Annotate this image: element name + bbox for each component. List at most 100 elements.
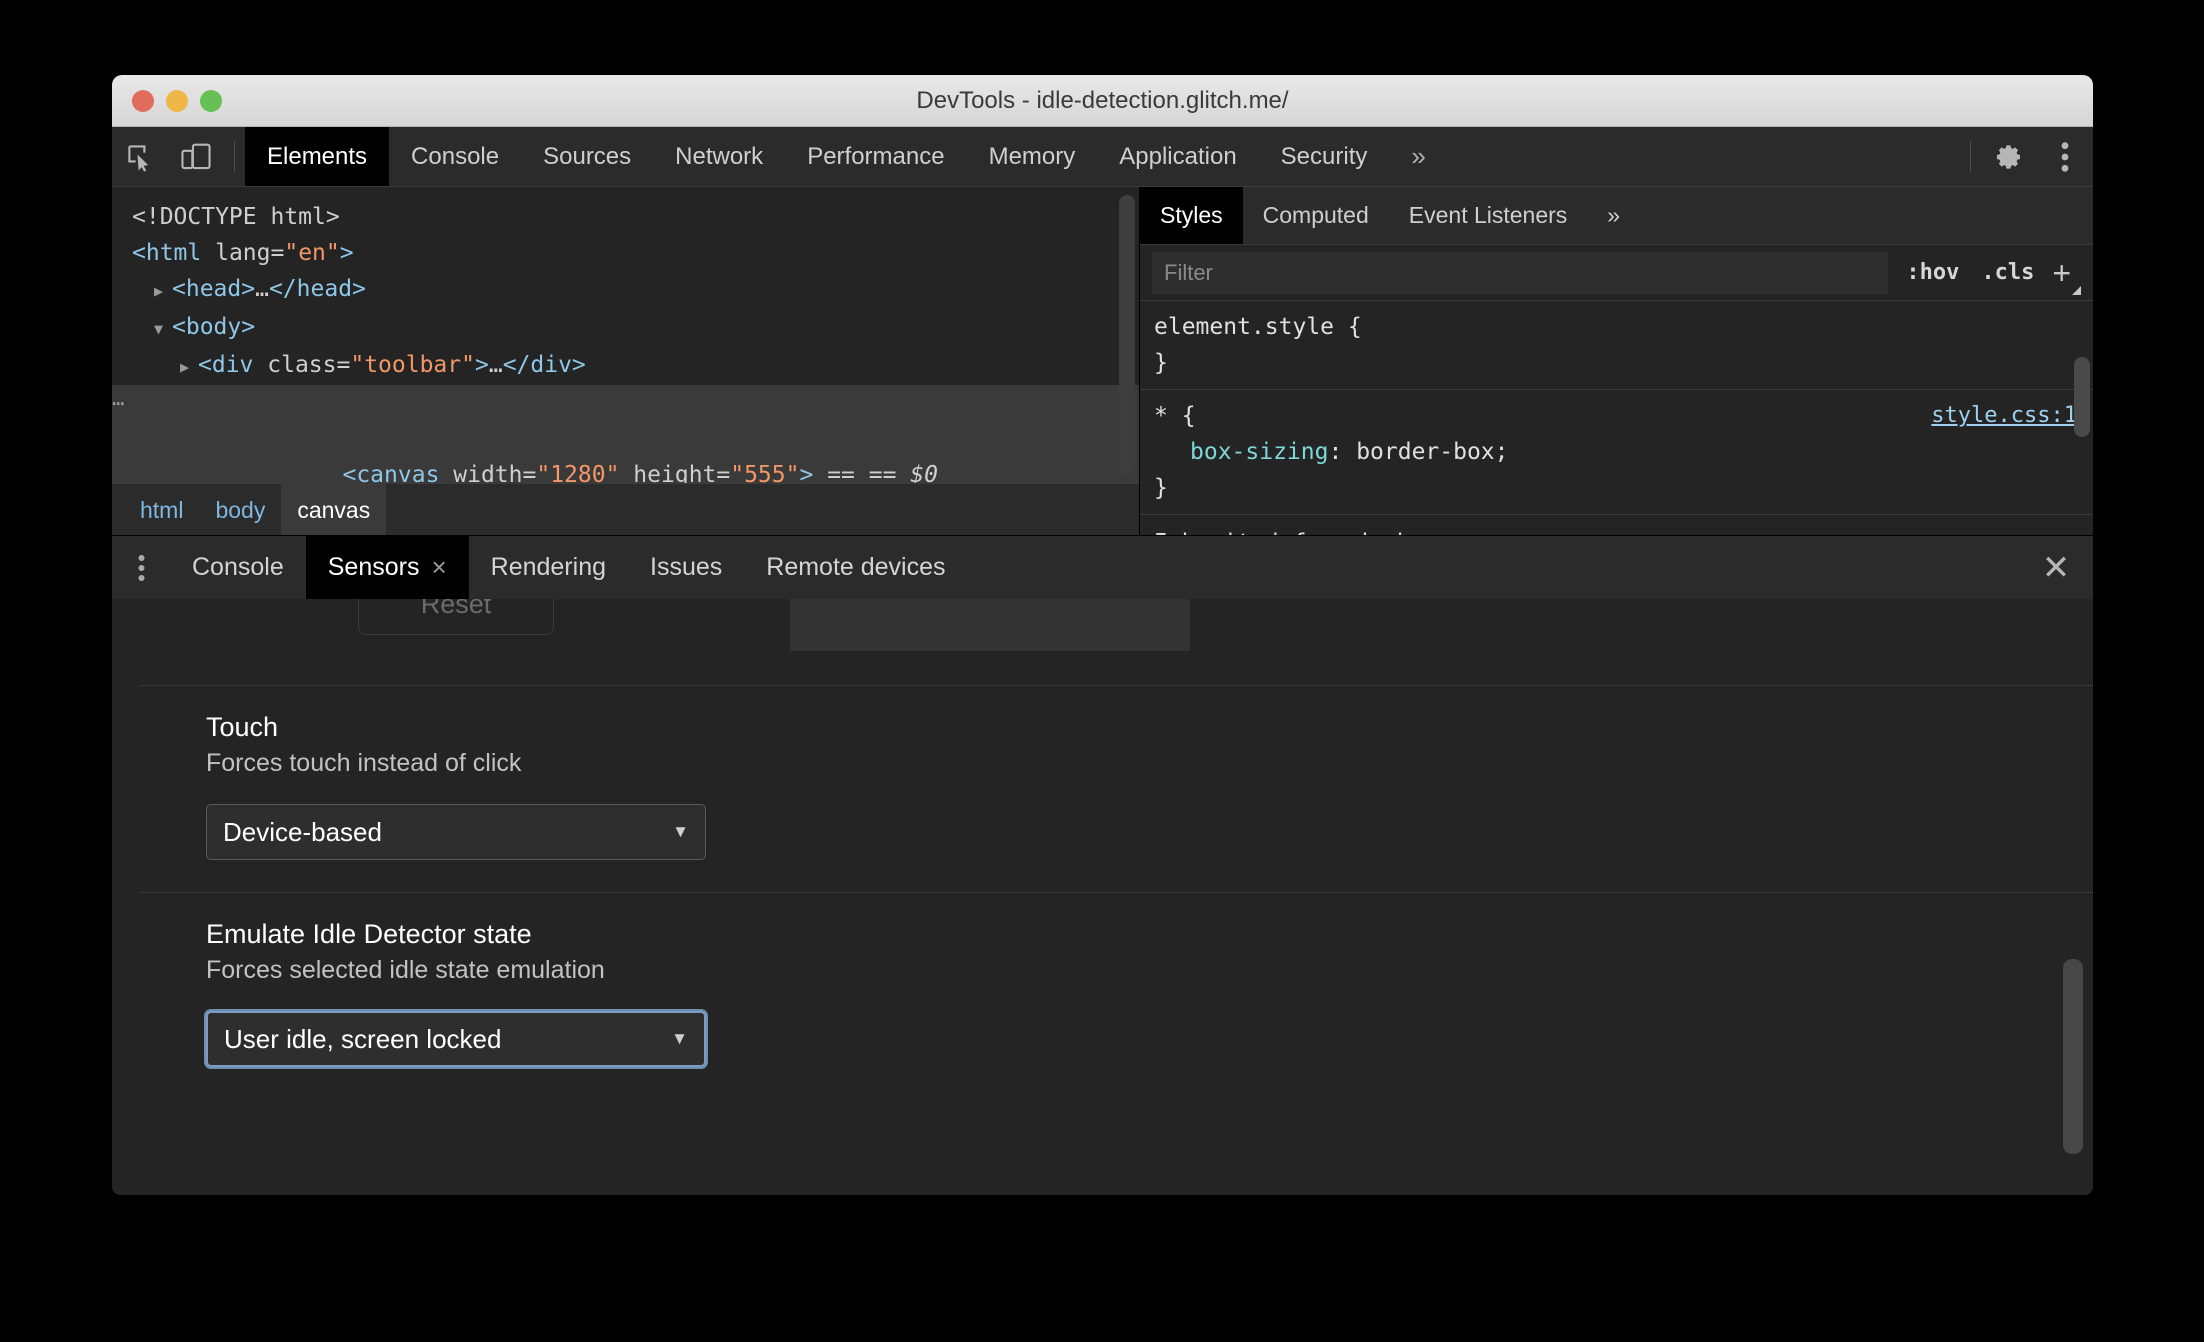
window-titlebar: DevTools - idle-detection.glitch.me/ bbox=[112, 75, 2093, 127]
close-sensors-tab-icon[interactable]: × bbox=[431, 552, 446, 583]
toolbar-divider-right bbox=[1970, 141, 1971, 172]
hov-toggle-button[interactable]: :hov bbox=[1902, 260, 1963, 285]
breadcrumb-item-canvas[interactable]: canvas bbox=[281, 483, 387, 535]
property-value: border-box; bbox=[1356, 439, 1509, 465]
drawer-tab-rendering-label: Rendering bbox=[490, 553, 606, 581]
universal-close-brace: } bbox=[1154, 475, 1168, 501]
zoom-window-button[interactable] bbox=[200, 89, 222, 112]
panel-tab-list: Elements Console Sources Network Perform… bbox=[245, 127, 1448, 186]
breadcrumb-item-body[interactable]: body bbox=[199, 484, 281, 536]
cls-toggle-button[interactable]: .cls bbox=[1977, 260, 2038, 285]
toolbar-divider bbox=[234, 141, 235, 172]
traffic-light-group bbox=[132, 89, 222, 112]
tab-computed[interactable]: Computed bbox=[1243, 187, 1389, 244]
style-rule-universal[interactable]: * { style.css:1 box-sizing: border-box; … bbox=[1140, 390, 2093, 515]
tab-elements[interactable]: Elements bbox=[245, 127, 390, 186]
touch-select[interactable]: Device-based ▼ bbox=[206, 804, 706, 860]
more-panels-chevron-icon[interactable]: » bbox=[1389, 127, 1447, 186]
drawer-tab-remote-devices[interactable]: Remote devices bbox=[744, 536, 967, 599]
toolbar-right-group bbox=[1960, 127, 2093, 186]
tab-styles[interactable]: Styles bbox=[1140, 187, 1243, 244]
sensors-partial-row: Reset bbox=[140, 599, 2093, 685]
tab-application[interactable]: Application bbox=[1097, 127, 1258, 186]
tab-security[interactable]: Security bbox=[1259, 127, 1390, 186]
kebab-menu-icon[interactable] bbox=[2037, 127, 2093, 186]
drawer-tab-issues-label: Issues bbox=[650, 553, 723, 581]
window-title: DevTools - idle-detection.glitch.me/ bbox=[916, 87, 1289, 114]
minimize-window-button[interactable] bbox=[166, 89, 188, 112]
close-drawer-icon[interactable]: ✕ bbox=[2019, 536, 2093, 599]
device-orientation-box[interactable] bbox=[790, 599, 1190, 651]
drawer-tab-sensors-label: Sensors bbox=[327, 553, 420, 581]
chevron-down-icon: ▼ bbox=[671, 1029, 688, 1048]
reset-button[interactable]: Reset bbox=[358, 599, 554, 635]
dom-line-doctype[interactable]: <!DOCTYPE html> bbox=[112, 199, 1139, 235]
drawer-tab-issues[interactable]: Issues bbox=[628, 536, 744, 599]
dom-line-html[interactable]: <html lang="en"> bbox=[112, 235, 1139, 271]
section-idle-detector: Emulate Idle Detector state Forces selec… bbox=[140, 893, 2093, 1099]
elements-panel: <!DOCTYPE html> <html lang="en"> ▶ <head>… bbox=[112, 187, 2093, 535]
drawer-tab-console-label: Console bbox=[192, 553, 284, 581]
drawer-tab-sensors[interactable]: Sensors × bbox=[305, 536, 469, 599]
canvas-height-value: "555" bbox=[730, 462, 800, 483]
inspect-element-icon[interactable] bbox=[112, 127, 168, 186]
styles-tab-list: Styles Computed Event Listeners » bbox=[1140, 187, 2093, 245]
dom-tree[interactable]: <!DOCTYPE html> <html lang="en"> ▶ <head>… bbox=[112, 187, 1139, 483]
property-name: box-sizing bbox=[1190, 439, 1329, 465]
styles-scrollbar[interactable] bbox=[2074, 357, 2090, 437]
node-menu-dots-icon[interactable]: ⋯ bbox=[112, 385, 126, 421]
inherited-section-header: Inherited from body bbox=[1140, 515, 2093, 535]
drawer-tab-bar: Console Sensors × Rendering Issues Remot… bbox=[112, 535, 2093, 599]
dom-line-head[interactable]: ▶ <head>…</head> bbox=[112, 271, 1139, 309]
styles-more-tabs-chevron-icon[interactable]: » bbox=[1587, 187, 1640, 244]
doctype-text: <!DOCTYPE html> bbox=[132, 204, 340, 230]
drawer-kebab-menu-icon[interactable] bbox=[112, 536, 170, 599]
device-toolbar-icon[interactable] bbox=[168, 127, 224, 186]
section-touch: Touch Forces touch instead of click Devi… bbox=[140, 686, 2093, 892]
gear-icon[interactable] bbox=[1981, 127, 2037, 186]
dom-line-body[interactable]: ▼ <body> bbox=[112, 309, 1139, 347]
dom-tree-scrollbar[interactable] bbox=[1119, 195, 1135, 475]
stylesheet-source-link[interactable]: style.css:1 bbox=[1931, 398, 2077, 434]
devtools-window: DevTools - idle-detection.glitch.me/ Ele… bbox=[112, 75, 2093, 1195]
selected-node-marker: == $0 bbox=[868, 462, 938, 483]
styles-toolbar: :hov .cls + bbox=[1140, 245, 2093, 301]
tab-network[interactable]: Network bbox=[653, 127, 785, 186]
expand-head-icon[interactable]: ▶ bbox=[154, 273, 172, 309]
chevron-down-icon: ▼ bbox=[672, 822, 689, 841]
idle-section-subtitle: Forces selected idle state emulation bbox=[206, 956, 605, 984]
tab-sources[interactable]: Sources bbox=[521, 127, 653, 186]
dom-tree-pane: <!DOCTYPE html> <html lang="en"> ▶ <head>… bbox=[112, 187, 1140, 535]
idle-state-select[interactable]: User idle, screen locked ▼ bbox=[206, 1011, 706, 1067]
touch-select-value: Device-based bbox=[223, 816, 382, 847]
devtools-main-toolbar: Elements Console Sources Network Perform… bbox=[112, 127, 2093, 187]
tab-memory[interactable]: Memory bbox=[967, 127, 1098, 186]
tab-event-listeners[interactable]: Event Listeners bbox=[1389, 187, 1588, 244]
style-rule-element-style[interactable]: element.style { } bbox=[1140, 301, 2093, 390]
dom-line-div-toolbar[interactable]: ▶ <div class="toolbar">…</div> bbox=[112, 347, 1139, 385]
sensors-scrollbar-thumb[interactable] bbox=[2063, 959, 2083, 1154]
styles-rules-list: element.style { } * { style.css:1 box-si… bbox=[1140, 301, 2093, 535]
expand-div-icon[interactable]: ▶ bbox=[180, 349, 198, 385]
declaration-box-sizing[interactable]: box-sizing: border-box; bbox=[1154, 434, 2079, 470]
styles-filter-input[interactable] bbox=[1152, 251, 1889, 294]
collapse-body-icon[interactable]: ▼ bbox=[154, 311, 172, 347]
idle-state-select-value: User idle, screen locked bbox=[224, 1023, 502, 1054]
touch-section-title: Touch bbox=[206, 712, 279, 742]
element-style-selector: element.style { bbox=[1154, 314, 1362, 340]
idle-section-title: Emulate Idle Detector state bbox=[206, 919, 532, 949]
canvas-width-value: "1280" bbox=[536, 462, 620, 483]
close-window-button[interactable] bbox=[132, 89, 154, 112]
new-style-rule-button[interactable]: + bbox=[2052, 257, 2081, 295]
drawer-tab-rendering[interactable]: Rendering bbox=[469, 536, 628, 599]
breadcrumb: html body canvas bbox=[112, 483, 1139, 535]
tab-console[interactable]: Console bbox=[389, 127, 521, 186]
breadcrumb-item-html[interactable]: html bbox=[124, 484, 199, 536]
sensors-scrollbar-track[interactable] bbox=[2063, 599, 2083, 1159]
styles-sidebar: Styles Computed Event Listeners » :hov .… bbox=[1140, 187, 2093, 535]
drawer-tab-console[interactable]: Console bbox=[170, 536, 306, 599]
element-style-close-brace: } bbox=[1154, 350, 1168, 376]
dom-line-canvas-selected[interactable]: ⋯ <canvas width="1280" height="555"> == … bbox=[112, 385, 1139, 483]
touch-section-subtitle: Forces touch instead of click bbox=[206, 749, 522, 777]
tab-performance[interactable]: Performance bbox=[785, 127, 966, 186]
